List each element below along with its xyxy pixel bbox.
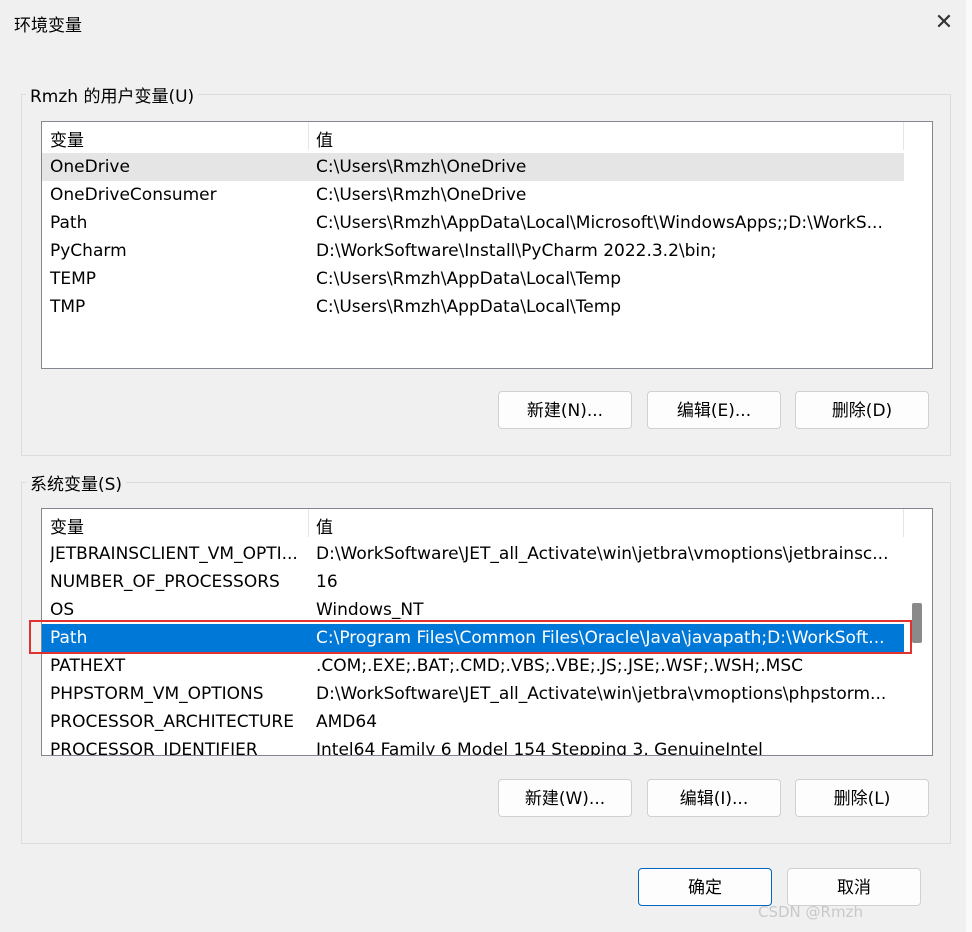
watermark: CSDN @Rmzh (758, 903, 863, 921)
table-row[interactable]: Path C:\Users\Rmzh\AppData\Local\Microso… (42, 209, 904, 237)
scrollbar-thumb[interactable] (912, 603, 922, 643)
column-separator[interactable] (308, 122, 309, 150)
user-vars-list[interactable]: 变量 值 OneDrive C:\Users\Rmzh\OneDrive One… (41, 121, 933, 369)
header-variable[interactable]: 变量 (50, 513, 84, 538)
table-row[interactable]: JETBRAINSCLIENT_VM_OPTI... D:\WorkSoftwa… (42, 540, 904, 568)
column-separator[interactable] (903, 509, 904, 537)
column-separator[interactable] (308, 509, 309, 537)
table-row[interactable]: PHPSTORM_VM_OPTIONS D:\WorkSoftware\JET_… (42, 680, 904, 708)
header-value[interactable]: 值 (316, 126, 333, 151)
var-value: Intel64 Family 6 Model 154 Stepping 3, G… (316, 740, 763, 756)
table-row[interactable]: NUMBER_OF_PROCESSORS 16 (42, 568, 904, 596)
var-name: TEMP (50, 269, 97, 289)
var-value: D:\WorkSoftware\JET_all_Activate\win\jet… (316, 544, 889, 564)
var-name: PATHEXT (50, 656, 126, 676)
table-row[interactable]: OneDrive C:\Users\Rmzh\OneDrive (42, 153, 904, 181)
var-value: .COM;.EXE;.BAT;.CMD;.VBS;.VBE;.JS;.JSE;.… (316, 656, 804, 676)
user-edit-button[interactable]: 编辑(E)... (647, 391, 781, 429)
var-value: D:\WorkSoftware\JET_all_Activate\win\jet… (316, 684, 887, 704)
window-title: 环境变量 (14, 16, 82, 36)
user-vars-label: Rmzh 的用户变量(U) (26, 82, 199, 107)
cancel-button[interactable]: 取消 (787, 868, 921, 906)
header-variable[interactable]: 变量 (50, 126, 84, 151)
var-name: PyCharm (50, 241, 127, 261)
table-row[interactable]: PROCESSOR_ARCHITECTURE AMD64 (42, 708, 904, 736)
ok-button[interactable]: 确定 (638, 868, 772, 906)
system-delete-button[interactable]: 删除(L) (795, 779, 929, 817)
close-icon[interactable]: ✕ (926, 8, 962, 38)
var-name: OneDriveConsumer (50, 185, 217, 205)
table-row[interactable]: OneDriveConsumer C:\Users\Rmzh\OneDrive (42, 181, 904, 209)
title-bar: 环境变量 ✕ (0, 0, 972, 46)
table-row[interactable]: TMP C:\Users\Rmzh\AppData\Local\Temp (42, 293, 904, 321)
var-name: OS (50, 600, 75, 620)
var-value: D:\WorkSoftware\Install\PyCharm 2022.3.2… (316, 241, 717, 261)
system-new-button[interactable]: 新建(W)... (498, 779, 632, 817)
column-separator[interactable] (903, 122, 904, 150)
var-value: C:\Users\Rmzh\AppData\Local\Temp (316, 269, 622, 289)
table-row[interactable]: PATHEXT .COM;.EXE;.BAT;.CMD;.VBS;.VBE;.J… (42, 652, 904, 680)
var-value: AMD64 (316, 712, 378, 732)
var-value: Windows_NT (316, 600, 424, 620)
var-name: PROCESSOR_IDENTIFIER (50, 740, 258, 756)
var-value: C:\Users\Rmzh\AppData\Local\Microsoft\Wi… (316, 213, 883, 233)
header-value[interactable]: 值 (316, 513, 333, 538)
var-value: C:\Users\Rmzh\OneDrive (316, 157, 527, 177)
var-name: NUMBER_OF_PROCESSORS (50, 572, 280, 592)
var-value: C:\Users\Rmzh\OneDrive (316, 185, 527, 205)
list-header: 变量 值 (42, 122, 904, 151)
var-name: OneDrive (50, 157, 130, 177)
table-row[interactable]: PyCharm D:\WorkSoftware\Install\PyCharm … (42, 237, 904, 265)
list-header: 变量 值 (42, 509, 904, 538)
var-name: PHPSTORM_VM_OPTIONS (50, 684, 264, 704)
var-name: Path (50, 213, 88, 233)
annotation-highlight-box (29, 620, 912, 654)
table-row[interactable]: TEMP C:\Users\Rmzh\AppData\Local\Temp (42, 265, 904, 293)
background-edge (966, 0, 972, 932)
var-name: TMP (50, 297, 86, 317)
user-delete-button[interactable]: 删除(D) (795, 391, 929, 429)
var-name: PROCESSOR_ARCHITECTURE (50, 712, 294, 732)
var-value: C:\Users\Rmzh\AppData\Local\Temp (316, 297, 622, 317)
user-new-button[interactable]: 新建(N)... (498, 391, 632, 429)
system-vars-label: 系统变量(S) (26, 470, 127, 495)
table-row[interactable]: PROCESSOR_IDENTIFIER Intel64 Family 6 Mo… (42, 736, 904, 756)
var-value: 16 (316, 572, 338, 592)
system-edit-button[interactable]: 编辑(I)... (647, 779, 781, 817)
var-name: JETBRAINSCLIENT_VM_OPTI... (50, 544, 298, 564)
